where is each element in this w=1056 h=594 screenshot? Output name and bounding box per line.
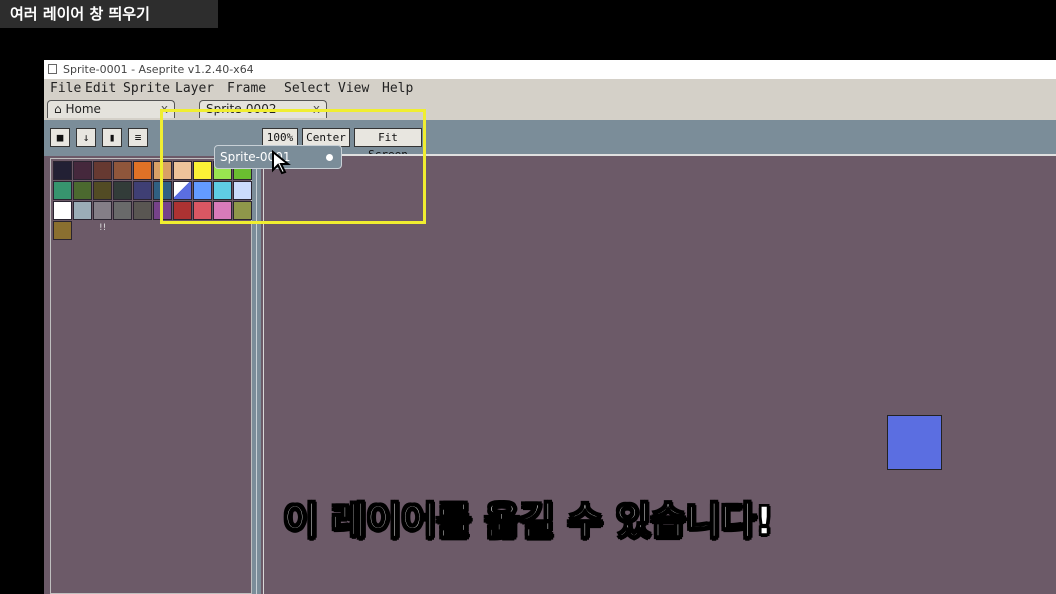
- menu-select[interactable]: Select: [284, 79, 331, 98]
- menu-help[interactable]: Help: [382, 79, 413, 98]
- menu-layer[interactable]: Layer: [175, 79, 214, 98]
- palette-count: !!: [99, 223, 107, 233]
- palette-swatch[interactable]: [113, 201, 132, 220]
- palette-swatch[interactable]: [53, 221, 72, 240]
- highlight-box: [160, 109, 426, 224]
- down-arrow-button[interactable]: ↓: [76, 128, 96, 147]
- palette-swatch[interactable]: [73, 181, 92, 200]
- palette-swatch[interactable]: [133, 161, 152, 180]
- palette-swatch[interactable]: [73, 201, 92, 220]
- palette-swatch[interactable]: [93, 181, 112, 200]
- menu-edit[interactable]: Edit: [85, 79, 116, 98]
- window-titlebar: Sprite-0001 - Aseprite v1.2.40-x64: [44, 60, 1056, 79]
- palette-swatch[interactable]: [133, 181, 152, 200]
- tab-home[interactable]: ⌂ Home x: [47, 100, 175, 118]
- tab-home-label: Home: [65, 102, 101, 116]
- subtitle: 이 레이어를 옮길 수 있습니다!: [282, 498, 773, 544]
- menu-sprite[interactable]: Sprite: [123, 79, 170, 98]
- palette-swatch[interactable]: [133, 201, 152, 220]
- menu-frame[interactable]: Frame: [227, 79, 266, 98]
- document-icon: [48, 64, 57, 74]
- lock-button[interactable]: ■: [50, 128, 70, 147]
- menu-button[interactable]: ≡: [128, 128, 148, 147]
- palette-swatch[interactable]: [93, 161, 112, 180]
- palette-swatch[interactable]: [53, 181, 72, 200]
- home-icon: ⌂: [54, 102, 62, 116]
- menu-view[interactable]: View: [338, 79, 369, 98]
- palette-swatch[interactable]: [53, 161, 72, 180]
- menu-bar: File Edit Sprite Layer Frame Select View…: [44, 79, 1056, 98]
- window-title: Sprite-0001 - Aseprite v1.2.40-x64: [63, 63, 254, 76]
- video-title: 여러 레이어 창 띄우기: [0, 0, 218, 28]
- lock-icon: ■: [56, 131, 64, 144]
- menu-file[interactable]: File: [50, 79, 81, 98]
- palette-swatch[interactable]: [113, 161, 132, 180]
- palette-swatch[interactable]: [113, 181, 132, 200]
- arrow-down-icon: ↓: [82, 131, 90, 144]
- document-icon: ▮: [108, 131, 116, 144]
- palette-swatch[interactable]: [73, 161, 92, 180]
- mouse-cursor-icon: [272, 150, 291, 175]
- hamburger-icon: ≡: [134, 131, 142, 144]
- sprite-square: [887, 415, 942, 470]
- palette-swatch[interactable]: [93, 201, 112, 220]
- document-button[interactable]: ▮: [102, 128, 122, 147]
- palette-swatch[interactable]: [53, 201, 72, 220]
